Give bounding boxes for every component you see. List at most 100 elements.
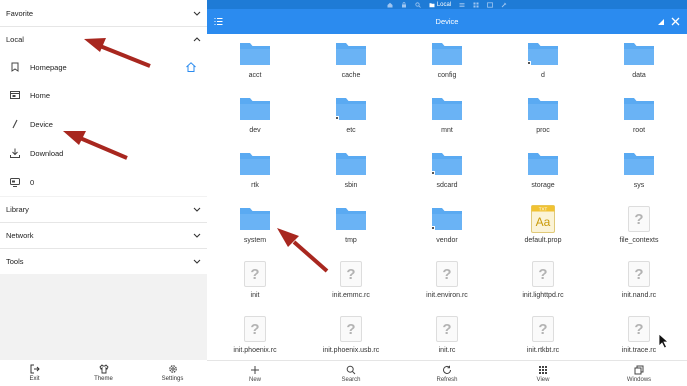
- settings-label: Settings: [161, 376, 184, 382]
- file-name: init.nand.rc: [621, 292, 657, 299]
- theme-label: Theme: [94, 376, 113, 382]
- text-file-icon: TXT Aa: [527, 205, 559, 233]
- section-library[interactable]: Library: [0, 197, 207, 222]
- view-button[interactable]: View: [495, 361, 591, 386]
- nav-item-homepage[interactable]: Homepage: [0, 54, 207, 80]
- file-name: sdcard: [436, 182, 458, 189]
- menu-icon[interactable]: [213, 16, 224, 27]
- plus-icon: [251, 365, 259, 374]
- file-item[interactable]: cache: [303, 36, 399, 91]
- file-item[interactable]: ? init.trace.rc: [591, 311, 687, 360]
- file-name: default.prop: [524, 237, 562, 244]
- nav-item-storage-0[interactable]: 0: [0, 169, 207, 195]
- search-icon[interactable]: [415, 1, 421, 8]
- file-name: root: [632, 127, 646, 134]
- new-label: New: [248, 376, 261, 383]
- file-item[interactable]: sbin: [303, 146, 399, 201]
- sort-corner-icon[interactable]: [657, 18, 665, 26]
- theme-button[interactable]: Theme: [69, 360, 138, 386]
- file-item[interactable]: dev: [207, 91, 303, 146]
- location-tab[interactable]: Local: [429, 2, 451, 8]
- exit-icon: [30, 364, 40, 374]
- nav-item-home[interactable]: Home: [0, 82, 207, 108]
- view-label: View: [536, 376, 550, 383]
- file-item[interactable]: etc: [303, 91, 399, 146]
- file-name: tmp: [345, 237, 357, 244]
- section-network[interactable]: Network: [0, 223, 207, 248]
- file-item[interactable]: rtk: [207, 146, 303, 201]
- nav-item-label: Homepage: [30, 62, 67, 72]
- symlink-badge-icon: [431, 171, 435, 175]
- file-item[interactable]: ? file_contexts: [591, 201, 687, 256]
- file-item[interactable]: ? init.phoenix.usb.rc: [303, 311, 399, 360]
- storage-icon: [8, 175, 22, 189]
- folder-icon: [527, 40, 559, 68]
- toolbar: Device: [207, 9, 687, 34]
- symlink-badge-icon: [431, 226, 435, 230]
- file-item[interactable]: ? init: [207, 256, 303, 311]
- folder-icon: [335, 95, 367, 123]
- new-button[interactable]: New: [207, 361, 303, 386]
- set-home-icon[interactable]: [185, 61, 197, 75]
- settings-button[interactable]: Settings: [138, 360, 207, 386]
- grid-icon[interactable]: [473, 2, 479, 8]
- file-name: sys: [633, 182, 645, 189]
- folder-icon: [239, 150, 271, 178]
- drawer-bottom-bar: Exit Theme Settings: [0, 360, 207, 386]
- file-item[interactable]: system: [207, 201, 303, 256]
- section-local[interactable]: Local: [0, 27, 207, 52]
- section-favorite[interactable]: Favorite: [0, 0, 207, 26]
- unknown-file-icon: ?: [239, 260, 271, 288]
- exit-label: Exit: [29, 376, 40, 382]
- windows-icon: [634, 365, 644, 374]
- file-item[interactable]: storage: [495, 146, 591, 201]
- home-icon[interactable]: [387, 2, 393, 8]
- nav-item-label: Home: [30, 90, 51, 100]
- file-item[interactable]: data: [591, 36, 687, 91]
- exit-button[interactable]: Exit: [0, 360, 69, 386]
- file-item[interactable]: config: [399, 36, 495, 91]
- file-item[interactable]: tmp: [303, 201, 399, 256]
- lock-icon[interactable]: [401, 1, 407, 8]
- tools-icon[interactable]: [501, 2, 507, 8]
- file-item[interactable]: root: [591, 91, 687, 146]
- list-icon[interactable]: [459, 2, 465, 8]
- file-item[interactable]: ? init.lighttpd.rc: [495, 256, 591, 311]
- file-item[interactable]: sdcard: [399, 146, 495, 201]
- file-item[interactable]: ? init.rc: [399, 311, 495, 360]
- file-item[interactable]: sys: [591, 146, 687, 201]
- unknown-file-icon: ?: [335, 260, 367, 288]
- file-item[interactable]: vendor: [399, 201, 495, 256]
- folder-icon: [623, 150, 655, 178]
- file-name: init.lighttpd.rc: [522, 292, 564, 299]
- nav-item-download[interactable]: Download: [0, 140, 207, 166]
- folder-icon: [527, 150, 559, 178]
- close-icon[interactable]: [670, 16, 681, 27]
- nav-item-label: Device: [30, 119, 53, 129]
- file-item[interactable]: ? init.emmc.rc: [303, 256, 399, 311]
- nav-item-label: Download: [30, 148, 64, 158]
- file-name: init.phoenix.rc: [233, 347, 277, 354]
- refresh-button[interactable]: Refresh: [399, 361, 495, 386]
- file-item[interactable]: ? init.nand.rc: [591, 256, 687, 311]
- file-item[interactable]: ? init.rtkbt.rc: [495, 311, 591, 360]
- file-item[interactable]: acct: [207, 36, 303, 91]
- chevron-down-icon: [193, 9, 201, 17]
- section-tools[interactable]: Tools: [0, 249, 207, 274]
- file-item[interactable]: mnt: [399, 91, 495, 146]
- window-icon[interactable]: [487, 1, 494, 8]
- windows-button[interactable]: Windows: [591, 361, 687, 386]
- unknown-file-icon: ?: [527, 315, 559, 343]
- file-item[interactable]: ? init.phoenix.rc: [207, 311, 303, 360]
- file-item[interactable]: proc: [495, 91, 591, 146]
- file-name: config: [437, 72, 457, 79]
- file-item[interactable]: TXT Aa default.prop: [495, 201, 591, 256]
- mouse-cursor-icon: [658, 333, 669, 349]
- search-button[interactable]: Search: [303, 361, 399, 386]
- file-item[interactable]: d: [495, 36, 591, 91]
- file-item[interactable]: ? init.environ.rc: [399, 256, 495, 311]
- file-name: etc: [346, 127, 356, 134]
- folder-icon: [431, 205, 463, 233]
- file-name: init.emmc.rc: [332, 292, 370, 299]
- nav-item-device[interactable]: Device: [0, 111, 207, 137]
